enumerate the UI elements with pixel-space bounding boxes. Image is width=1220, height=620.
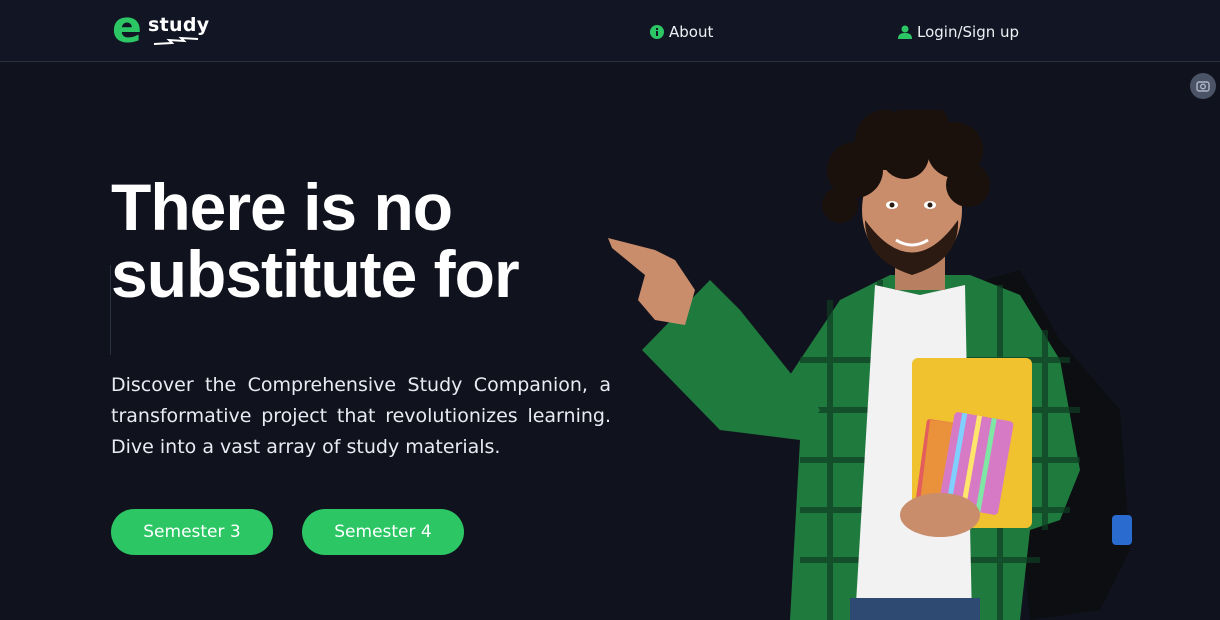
logo-letter: e: [112, 2, 142, 53]
info-circle-icon: [650, 25, 664, 39]
hero-description: Discover the Comprehensive Study Compani…: [111, 374, 611, 458]
semester-3-button[interactable]: Semester 3: [111, 509, 273, 555]
user-icon: [898, 25, 912, 39]
semester-4-button[interactable]: Semester 4: [302, 509, 464, 555]
nav-login-label: Login/Sign up: [917, 23, 1020, 41]
screenshot-icon[interactable]: [1190, 73, 1216, 99]
logo-text: study: [148, 14, 210, 36]
nav-about-link[interactable]: About: [650, 20, 713, 44]
navbar: e study About Login/Sign up: [0, 0, 1220, 62]
student-pointing-image: [608, 110, 1132, 620]
hero-title-line1: There is no: [111, 170, 453, 245]
logo-swoosh-icon: [153, 36, 199, 45]
hero-title-line2: substitute for: [111, 237, 520, 312]
hero-title: There is no substitute for: [111, 174, 651, 308]
typing-caret: [110, 265, 111, 355]
estudy-logo[interactable]: e study: [112, 2, 209, 53]
camera-icon: [1196, 81, 1210, 92]
nav-login-link[interactable]: Login/Sign up: [898, 20, 1019, 44]
nav-about-label: About: [669, 23, 714, 41]
